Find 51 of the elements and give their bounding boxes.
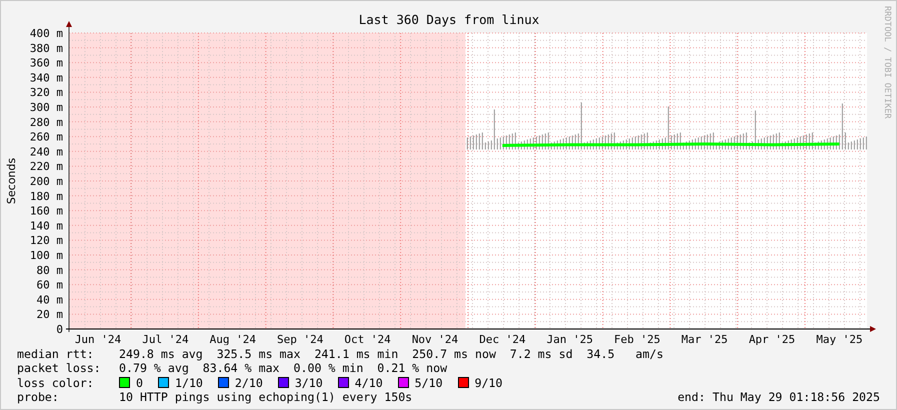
x-tick-label: Apr '25 [748,333,796,345]
probe-text: 10 HTTP pings using echoping(1) every 150s [119,390,412,404]
x-tick-label: Dec '24 [479,333,526,345]
loss-color-label: 2/10 [234,376,263,390]
x-tick-label: Jan '25 [546,333,593,345]
loss-color-label: 1/10 [174,376,203,390]
y-tick-label: 240 m [30,145,63,158]
x-tick-label: Mar '25 [681,333,728,345]
loss-color-label: 0 [136,376,143,390]
x-tick-label: Jun '24 [74,333,122,345]
legend-label: median rtt: [17,347,95,362]
x-tick-label: May '25 [816,333,863,345]
legend-label: loss color: [17,376,95,390]
y-tick-label: 200 m [30,175,63,188]
y-tick-label: 340 m [30,71,63,84]
y-tick-label: 380 m [30,42,63,55]
y-tick-label: 220 m [30,160,63,174]
stats-text: 0.79 % avg 83.64 % max 0.00 % min 0.21 % now [119,361,448,376]
x-tick-label: Oct '24 [344,333,391,345]
y-tick-label: 180 m [30,190,63,203]
y-tick-label: 280 m [30,116,63,129]
loss-color-label: 9/10 [474,376,503,390]
y-tick-label: 100 m [30,249,63,262]
legend-label: probe: [17,390,60,404]
loss-color-label: 3/10 [294,376,323,390]
legend-label: packet loss: [17,361,102,376]
y-tick-label: 360 m [30,56,63,70]
y-tick-label: 140 m [30,219,63,232]
loss-color-label: 5/10 [414,376,443,390]
end-time: end: Thu May 29 01:18:56 2025 [678,390,880,404]
y-tick-label: 160 m [30,204,63,218]
y-tick-label: 120 m [30,234,63,248]
y-tick-label: 300 m [30,101,63,114]
x-tick-label: Nov '24 [412,333,458,345]
y-tick-label: 40 m [36,293,63,306]
x-tick-label: Feb '25 [614,333,660,345]
y-tick-label: 60 m [36,278,63,292]
y-axis-title: Seconds [5,158,18,204]
chart-title: Last 360 Days from linux [358,12,540,27]
x-tick-label: Sep '24 [277,333,324,345]
x-tick-label: Jul '24 [142,333,189,345]
y-tick-label: 20 m [36,308,63,322]
y-tick-label: 0 [56,323,63,336]
y-tick-label: 260 m [30,130,63,144]
y-tick-label: 400 m [30,27,63,40]
loss-color-label: 4/10 [354,376,383,390]
stats-text: 249.8 ms avg 325.5 ms max 241.1 ms min 250.7 ms now 7.2 ms sd 34.5 am/s [119,347,664,362]
y-tick-label: 80 m [36,264,63,277]
y-tick-label: 320 m [30,86,63,100]
credit-text: RRDTOOL / TOBI OETIKER [882,6,892,119]
x-tick-label: Aug '24 [210,333,256,345]
